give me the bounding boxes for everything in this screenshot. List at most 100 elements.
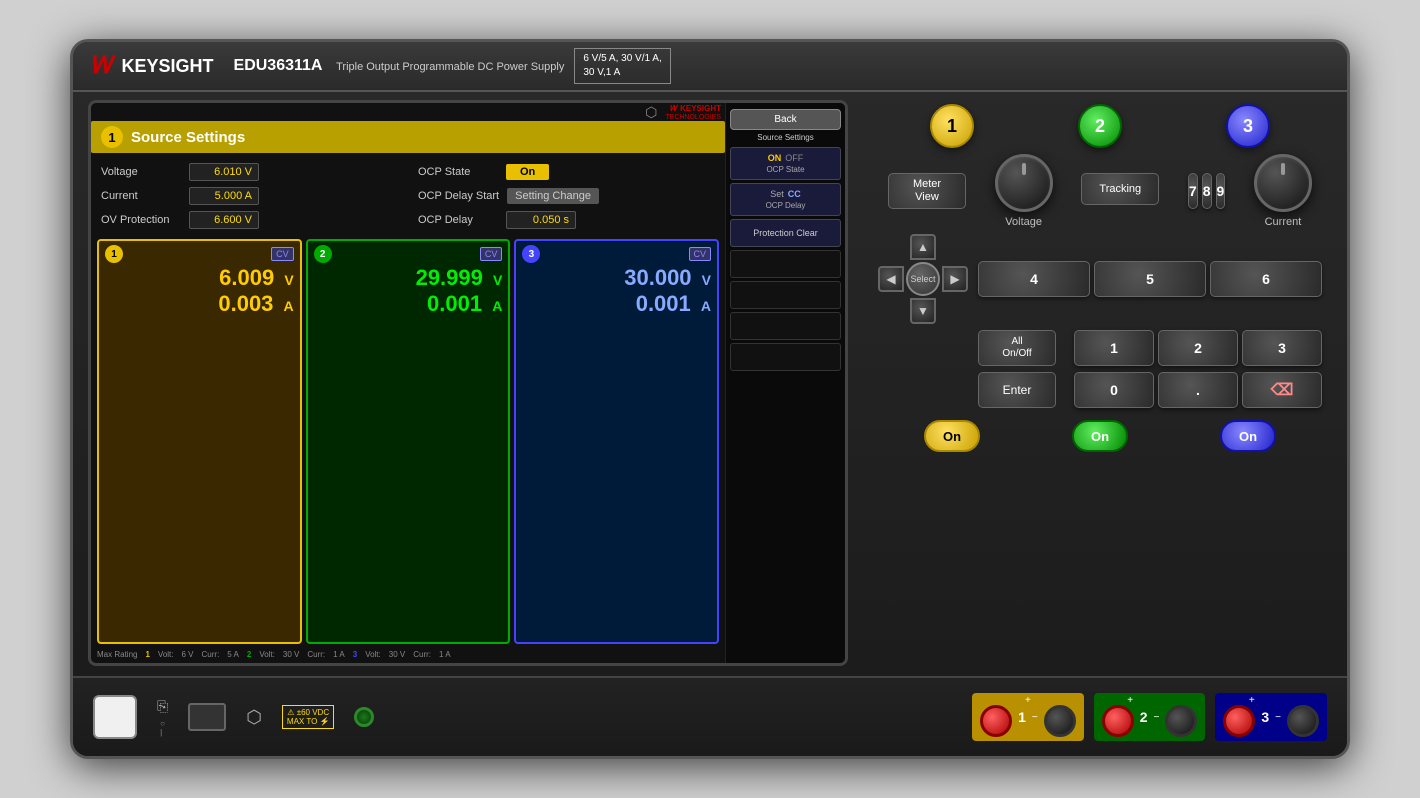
spec-line2: 30 V,1 A: [583, 66, 661, 80]
ch3-select-button[interactable]: 3: [1226, 104, 1270, 148]
ch3-voltage: 30.000 V: [522, 265, 711, 291]
ocp-state-value[interactable]: On: [506, 164, 549, 180]
ch2-on-button[interactable]: On: [1072, 420, 1128, 452]
current-knob[interactable]: [1254, 154, 1312, 212]
model-desc: Triple Output Programmable DC Power Supp…: [336, 61, 564, 73]
key-dot[interactable]: .: [1158, 372, 1238, 408]
nav-right-button[interactable]: ▶: [942, 266, 968, 292]
ocp-delay-btn[interactable]: Set CC OCP Delay: [730, 183, 841, 216]
usb-a-port[interactable]: [188, 703, 226, 731]
channel-1-display: 1 CV 6.009 V 0.003 A: [97, 239, 302, 644]
specs-box: 6 V/5 A, 30 V/1 A, 30 V,1 A: [574, 48, 670, 84]
sidebar-source-label: Source Settings: [730, 133, 841, 142]
ch3-negative-terminal[interactable]: [1287, 705, 1319, 737]
nav-up-button[interactable]: ▲: [910, 234, 936, 260]
ocp-delay-label: OCP Delay: [418, 214, 498, 226]
nav-pad: ▲ ◀ Select ▶ ▼: [878, 234, 968, 324]
knobs-row: Meter View Voltage Tracking 7 8: [868, 154, 1332, 228]
ocp-delay-start-row: OCP Delay Start Setting Change: [418, 187, 715, 205]
ch3-badge: 3: [522, 245, 540, 263]
ch2-select-button[interactable]: 2: [1078, 104, 1122, 148]
channel-2-display: 2 CV 29.999 V 0.001 A: [306, 239, 511, 644]
voltage-label: Voltage: [101, 166, 181, 178]
logo-icon: 𝑊: [93, 52, 116, 80]
key-7[interactable]: 7: [1188, 173, 1198, 209]
key-3[interactable]: 3: [1242, 330, 1322, 366]
nav-left-button[interactable]: ◀: [878, 266, 904, 292]
ch1-badge: 1: [105, 245, 123, 263]
protection-clear-btn[interactable]: Protection Clear: [730, 219, 841, 247]
ch3-on-button[interactable]: On: [1220, 420, 1276, 452]
brand-logo: 𝑊 KEYSIGHT: [93, 52, 214, 80]
ch2-voltage: 29.999 V: [314, 265, 503, 291]
ch2-mode: CV: [480, 247, 503, 261]
all-on-off-button[interactable]: All On/Off: [978, 330, 1056, 366]
channel-buttons-row: 1 2 3: [868, 100, 1332, 148]
key-8[interactable]: 8: [1202, 173, 1212, 209]
key-2[interactable]: 2: [1158, 330, 1238, 366]
audio-jack[interactable]: [354, 707, 374, 727]
ch2-terminals: + 2 −: [1094, 693, 1206, 741]
nav-keypad-row: ▲ ◀ Select ▶ ▼ 4 5 6: [868, 234, 1332, 324]
sidebar-btn-empty-4[interactable]: [730, 343, 841, 371]
ocp-cc-label: CC: [788, 189, 801, 199]
ocp-delay-start-value[interactable]: Setting Change: [507, 188, 599, 204]
voltage-knob-group: Voltage: [995, 154, 1053, 228]
voltage-knob-label: Voltage: [1005, 216, 1042, 228]
screen-brand: 𝑊 KEYSIGHT: [665, 104, 721, 114]
ocp-state-btn[interactable]: ON OFF OCP State: [730, 147, 841, 180]
tracking-group: Tracking: [1081, 173, 1159, 209]
current-label: Current: [101, 190, 181, 202]
ch2-badge: 2: [314, 245, 332, 263]
tracking-button[interactable]: Tracking: [1081, 173, 1159, 205]
ch2-positive-terminal[interactable]: [1102, 705, 1134, 737]
usb-symbol-bottom: ⬡: [246, 707, 262, 728]
ch1-terminals: + 1 −: [972, 693, 1084, 741]
ov-value[interactable]: 6.600 V: [189, 211, 259, 229]
power-button[interactable]: [93, 695, 137, 739]
current-value[interactable]: 5.000 A: [189, 187, 259, 205]
ch2-negative-terminal[interactable]: [1165, 705, 1197, 737]
ch3-terminal-num: 3: [1261, 709, 1269, 725]
sidebar-btn-empty-1[interactable]: [730, 250, 841, 278]
on-buttons-row: On On On: [868, 414, 1332, 456]
ch2-minus-label: −: [1154, 712, 1160, 723]
sidebar-btn-empty-3[interactable]: [730, 312, 841, 340]
channel-badge: 1: [101, 126, 123, 148]
ocp-delay-row: OCP Delay 0.050 s: [418, 211, 715, 229]
ch1-select-button[interactable]: 1: [930, 104, 974, 148]
navigation-section: ▲ ◀ Select ▶ ▼: [878, 234, 968, 324]
ch2-current: 0.001 A: [314, 291, 503, 317]
key-9[interactable]: 9: [1216, 173, 1226, 209]
key-0[interactable]: 0: [1074, 372, 1154, 408]
model-name: EDU36311A: [234, 57, 323, 74]
ocp-delay-value[interactable]: 0.050 s: [506, 211, 576, 229]
key-1[interactable]: 1: [1074, 330, 1154, 366]
key-6[interactable]: 6: [1210, 261, 1322, 297]
ch1-on-button[interactable]: On: [924, 420, 980, 452]
meter-view-button[interactable]: Meter View: [888, 173, 966, 209]
ch1-negative-terminal[interactable]: [1044, 705, 1076, 737]
enter-button[interactable]: Enter: [978, 372, 1056, 408]
ch2-plus-label: +: [1127, 695, 1133, 706]
ch1-plus-label: +: [1025, 695, 1031, 706]
nav-down-button[interactable]: ▼: [910, 298, 936, 324]
sidebar-btn-empty-2[interactable]: [730, 281, 841, 309]
ocp-state-row: OCP State On: [418, 163, 715, 181]
back-button[interactable]: Back: [730, 109, 841, 130]
voltage-row: Voltage 6.010 V: [101, 163, 398, 181]
ocp-on-label: ON: [768, 153, 782, 163]
select-button[interactable]: Select: [906, 262, 940, 296]
ch1-positive-terminal[interactable]: [980, 705, 1012, 737]
ch3-current: 0.001 A: [522, 291, 711, 317]
io-labels: ○|: [160, 719, 165, 737]
ocp-delay-start-label: OCP Delay Start: [418, 190, 499, 202]
key-backspace[interactable]: ⌫: [1242, 372, 1322, 408]
voltage-knob[interactable]: [995, 154, 1053, 212]
key-4[interactable]: 4: [978, 261, 1090, 297]
voltage-value[interactable]: 6.010 V: [189, 163, 259, 181]
max-rating-bar: Max Rating 1 Volt: 6 V Curr: 5 A 2 Volt:…: [91, 646, 725, 663]
key-5[interactable]: 5: [1094, 261, 1206, 297]
ch3-positive-terminal[interactable]: [1223, 705, 1255, 737]
current-knob-label: Current: [1265, 216, 1302, 228]
